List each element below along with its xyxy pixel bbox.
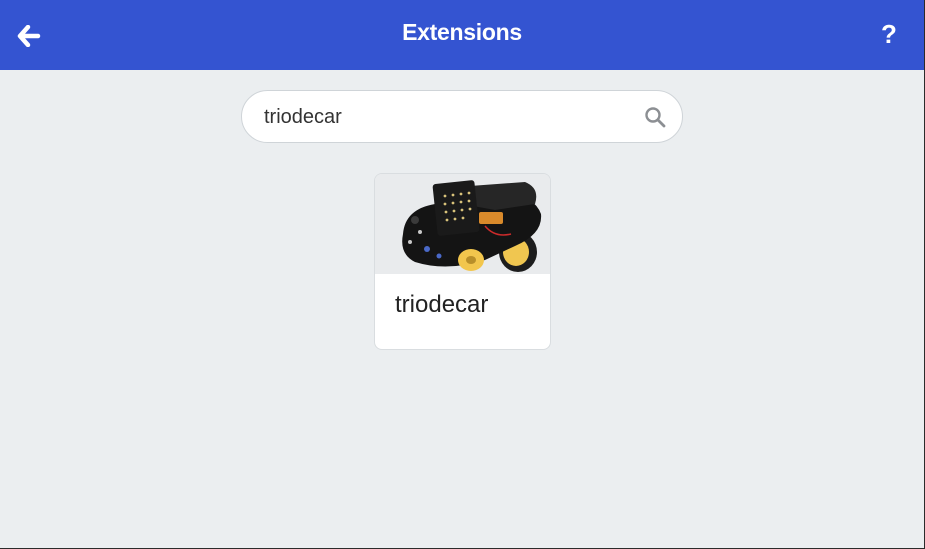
extension-card[interactable]: triodecar xyxy=(374,173,551,350)
extensions-dialog: Extensions ? triodecar triodecar xyxy=(0,0,925,549)
extension-name: triodecar xyxy=(395,291,489,318)
robot-car-image xyxy=(375,174,550,274)
extension-image xyxy=(375,174,550,274)
page-title: Extensions xyxy=(402,19,522,45)
header-bar: Extensions ? xyxy=(0,0,924,70)
search-input[interactable] xyxy=(262,91,636,144)
search-icon[interactable] xyxy=(644,106,666,128)
search-box xyxy=(241,90,683,144)
help-button[interactable]: ? xyxy=(876,17,902,51)
